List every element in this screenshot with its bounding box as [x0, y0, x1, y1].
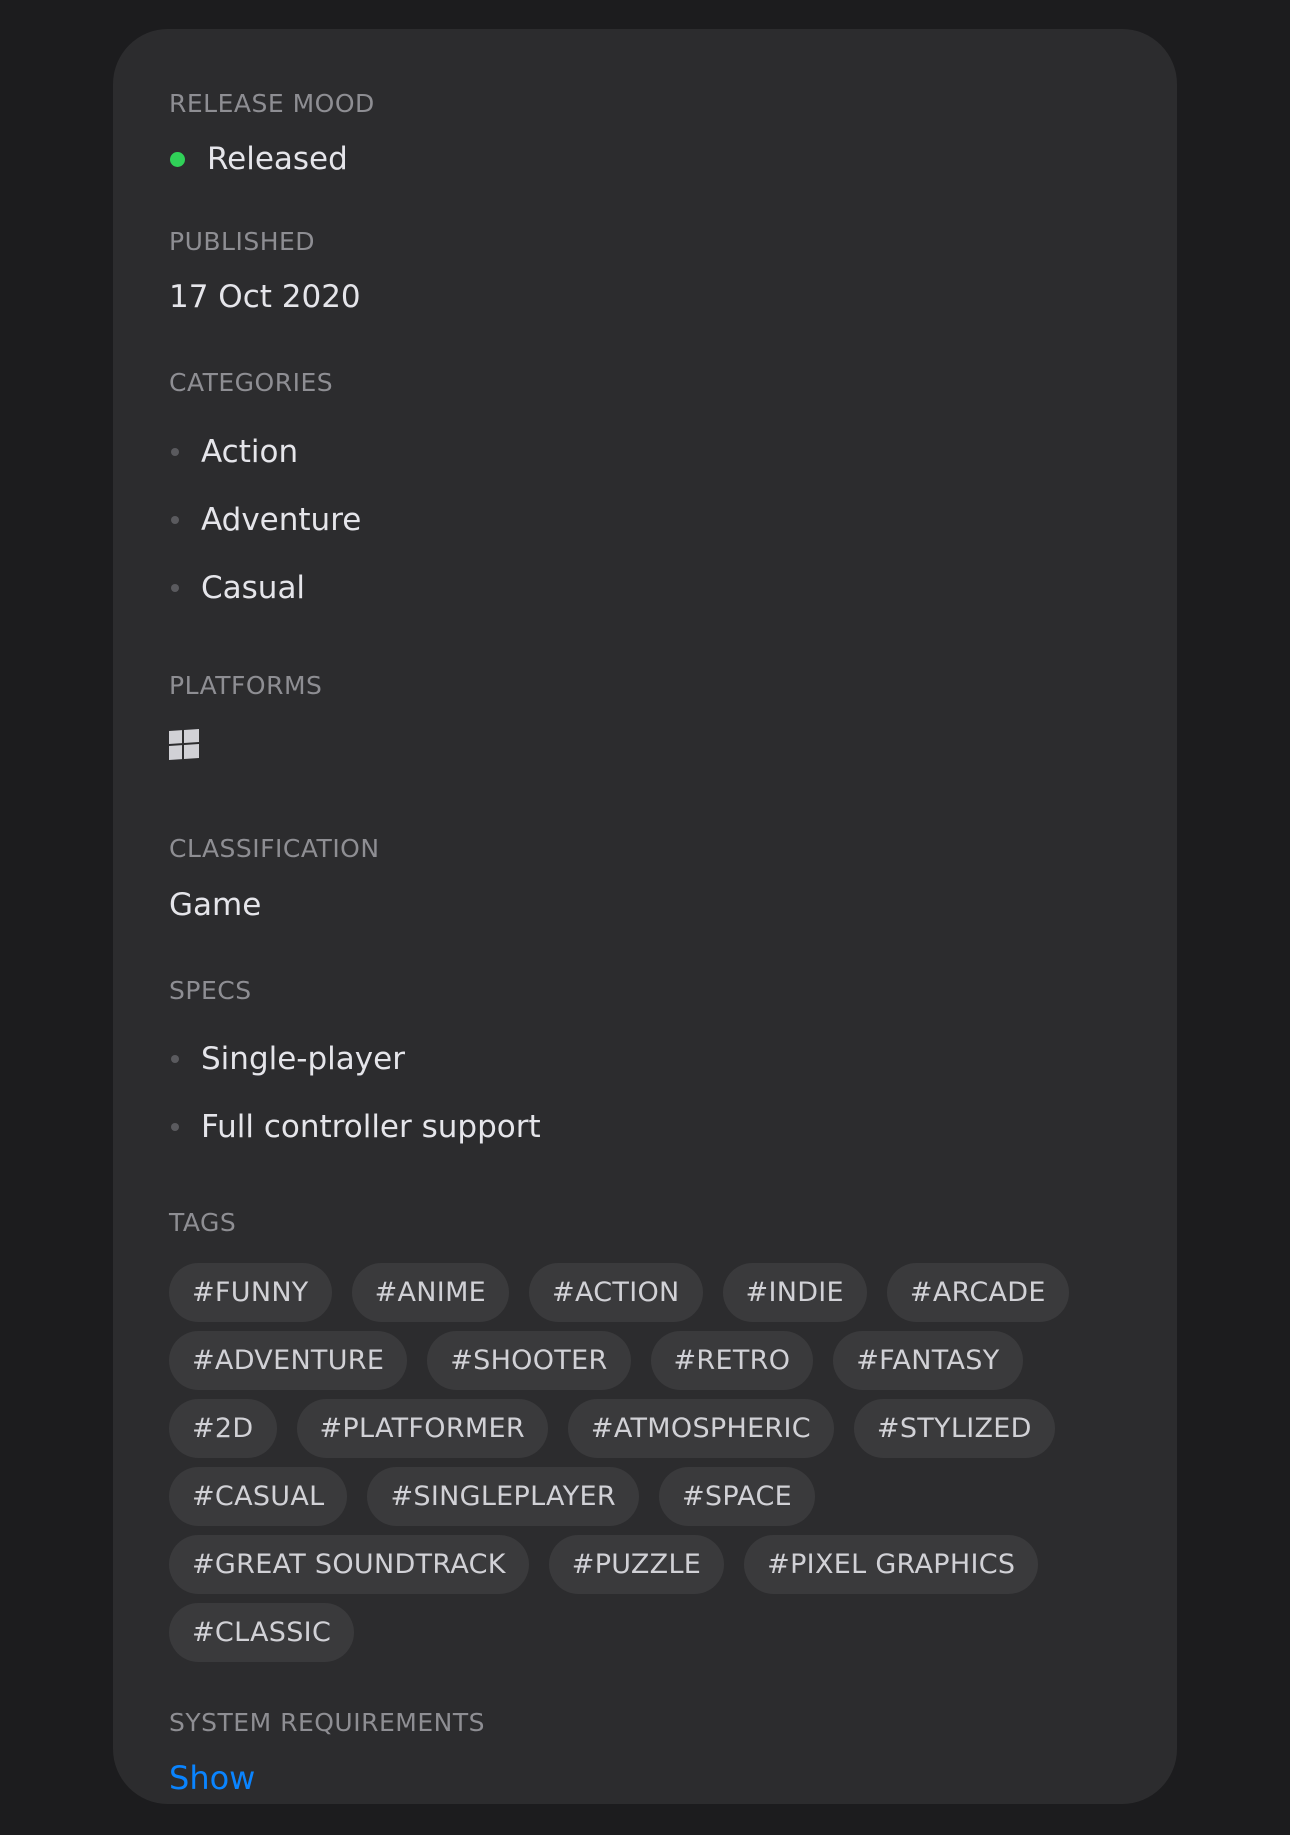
status-dot-icon [170, 151, 185, 167]
bullet-icon [171, 1055, 179, 1063]
windows-icon [169, 728, 199, 761]
tag-chip[interactable]: #SINGLEPLAYER [367, 1467, 639, 1526]
tag-chip[interactable]: #ATMOSPHERIC [567, 1399, 834, 1458]
release-mood-value: Released [207, 141, 348, 177]
tag-chip[interactable]: #GREAT SOUNDTRACK [169, 1535, 529, 1594]
category-label: Casual [201, 570, 306, 606]
spec-item: Full controller support [169, 1093, 1121, 1161]
tag-chip[interactable]: #PUZZLE [548, 1535, 725, 1594]
specs-list: Single-player Full controller support [169, 1025, 1121, 1161]
platforms-list [169, 728, 1121, 761]
classification-value: Game [169, 887, 262, 923]
bullet-icon [171, 584, 179, 592]
bullet-icon [171, 1123, 179, 1131]
tag-chip[interactable]: #2D [169, 1399, 277, 1458]
spec-label: Full controller support [201, 1109, 541, 1145]
published-label: PUBLISHED [169, 227, 316, 256]
tag-chip[interactable]: #STYLIZED [853, 1399, 1055, 1458]
release-mood-label: RELEASE MOOD [169, 89, 375, 118]
platforms-label: PLATFORMS [169, 671, 323, 700]
tags-list: #FUNNY #ANIME #ACTION #INDIE #ARCADE #AD… [169, 1263, 1069, 1662]
game-info-card: RELEASE MOOD Released PUBLISHED 17 Oct 2… [113, 29, 1177, 1804]
tag-chip[interactable]: #ACTION [529, 1263, 703, 1322]
category-item[interactable]: Casual [169, 554, 1121, 622]
tag-chip[interactable]: #RETRO [650, 1331, 814, 1390]
category-item[interactable]: Action [169, 418, 1121, 486]
tag-chip[interactable]: #ADVENTURE [169, 1331, 408, 1390]
spec-item: Single-player [169, 1025, 1121, 1093]
bullet-icon [171, 448, 179, 456]
tag-chip[interactable]: #PLATFORMER [296, 1399, 548, 1458]
tag-chip[interactable]: #CLASSIC [169, 1603, 355, 1662]
release-mood-status: Released [169, 140, 1121, 178]
category-label: Action [201, 434, 299, 470]
spec-label: Single-player [201, 1041, 405, 1077]
system-requirements-label: SYSTEM REQUIREMENTS [169, 1708, 485, 1737]
tag-chip[interactable]: #ARCADE [886, 1263, 1069, 1322]
tag-chip[interactable]: #FANTASY [833, 1331, 1023, 1390]
published-date: 17 Oct 2020 [169, 279, 361, 315]
classification-label: CLASSIFICATION [169, 834, 380, 863]
tag-chip[interactable]: #INDIE [722, 1263, 867, 1322]
categories-label: CATEGORIES [169, 368, 334, 397]
tags-label: TAGS [169, 1208, 237, 1237]
specs-label: SPECS [169, 976, 252, 1005]
category-item[interactable]: Adventure [169, 486, 1121, 554]
bullet-icon [171, 516, 179, 524]
show-system-requirements-link[interactable]: Show [169, 1759, 255, 1797]
categories-list: Action Adventure Casual [169, 418, 1121, 622]
category-label: Adventure [201, 502, 362, 538]
tag-chip[interactable]: #SHOOTER [427, 1331, 631, 1390]
tag-chip[interactable]: #ANIME [351, 1263, 510, 1322]
tag-chip[interactable]: #SPACE [658, 1467, 815, 1526]
tag-chip[interactable]: #PIXEL GRAPHICS [744, 1535, 1039, 1594]
tag-chip[interactable]: #CASUAL [169, 1467, 348, 1526]
tag-chip[interactable]: #FUNNY [169, 1263, 332, 1322]
